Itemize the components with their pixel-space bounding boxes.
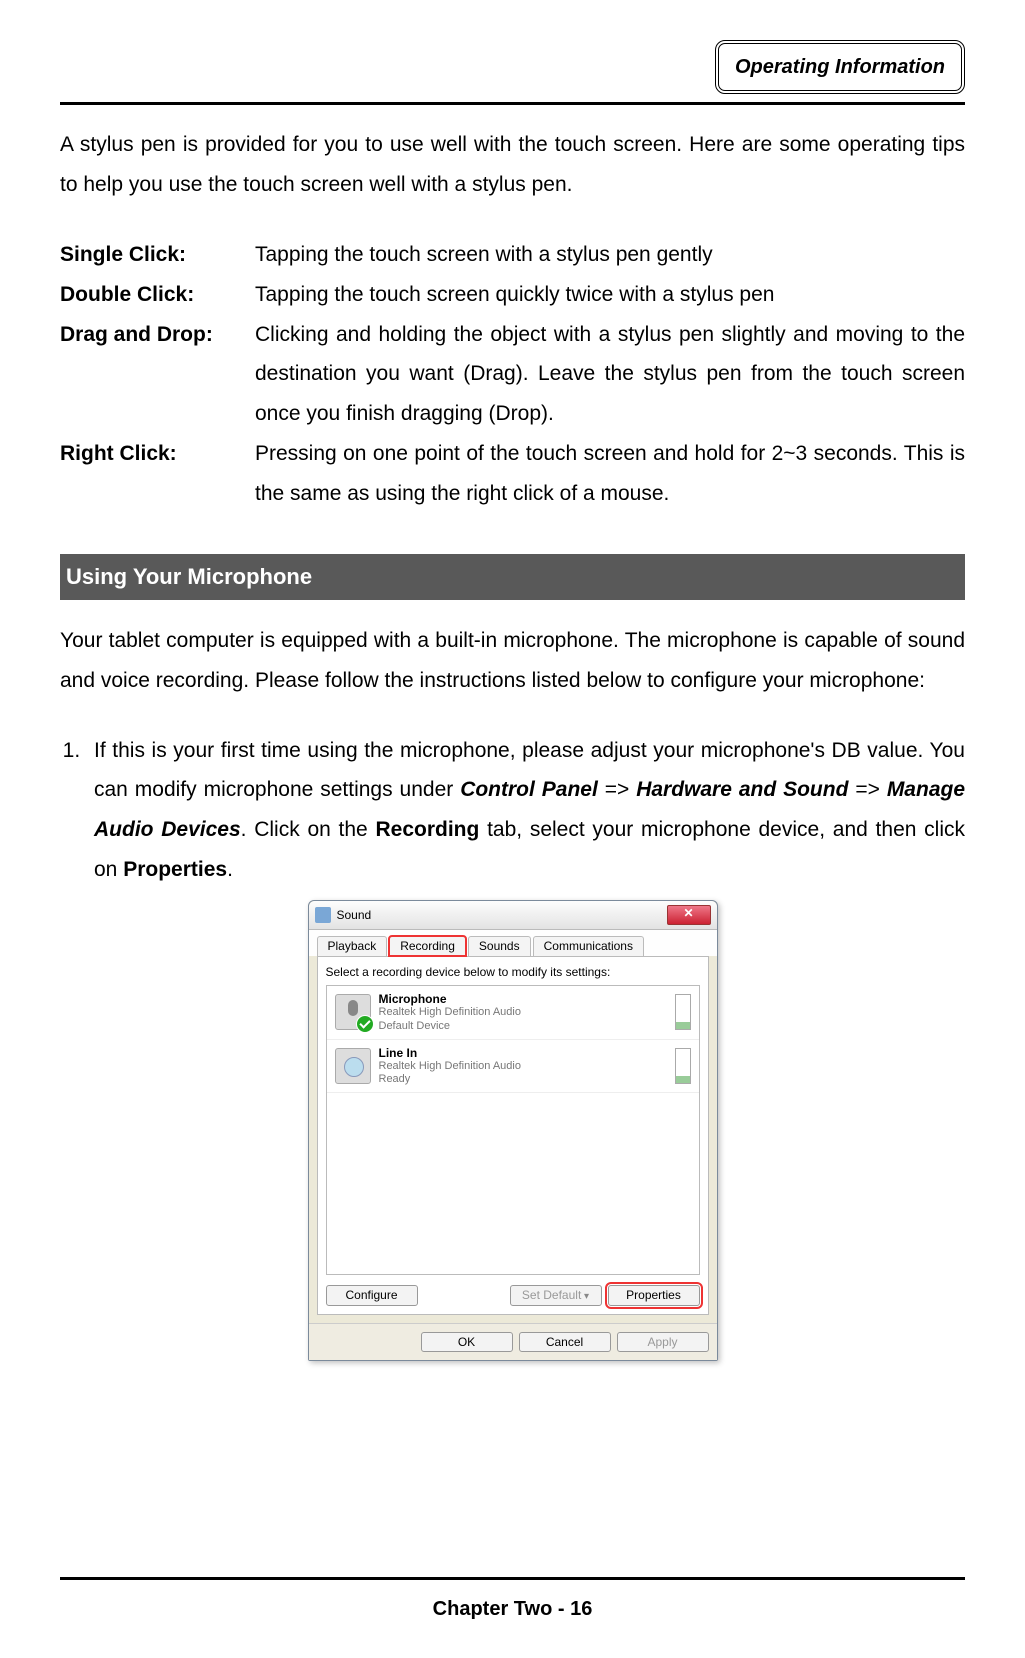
- footer-rule: [60, 1577, 965, 1580]
- section-heading-microphone: Using Your Microphone: [60, 554, 965, 600]
- step1-arrow-2: =>: [848, 778, 886, 801]
- device-linein-status: Ready: [379, 1073, 667, 1086]
- dialog-footer: OK Cancel Apply: [309, 1323, 717, 1360]
- microphone-step-1: If this is your first time using the mic…: [86, 731, 965, 891]
- dialog-titlebar: Sound ✕: [309, 901, 717, 930]
- step1-properties: Properties: [123, 858, 227, 881]
- desc-right-click: Pressing on one point of the touch scree…: [255, 434, 965, 514]
- stylus-tips-table: Single Click: Tapping the touch screen w…: [60, 235, 965, 514]
- tab-recording[interactable]: Recording: [389, 936, 466, 955]
- device-mic-driver: Realtek High Definition Audio: [379, 1006, 667, 1019]
- step1-recording: Recording: [375, 818, 479, 841]
- desc-double-click: Tapping the touch screen quickly twice w…: [255, 275, 965, 315]
- device-mic-name: Microphone: [379, 992, 667, 1006]
- step1-arrow-1: =>: [598, 778, 636, 801]
- tab-sounds[interactable]: Sounds: [468, 936, 531, 955]
- close-button[interactable]: ✕: [667, 905, 711, 925]
- step1-text-d: .: [227, 858, 233, 881]
- dialog-title: Sound: [337, 908, 372, 922]
- device-mic-status: Default Device: [379, 1020, 667, 1033]
- dialog-tabs: Playback Recording Sounds Communications: [309, 930, 717, 955]
- properties-button[interactable]: Properties: [608, 1285, 700, 1306]
- configure-button[interactable]: Configure: [326, 1285, 418, 1305]
- page-header-badge: Operating Information: [715, 40, 965, 94]
- dialog-instruction: Select a recording device below to modif…: [326, 965, 700, 979]
- set-default-button[interactable]: Set Default: [510, 1285, 602, 1306]
- step1-text-b: . Click on the: [241, 818, 376, 841]
- term-right-click: Right Click:: [60, 434, 255, 514]
- device-list: Microphone Realtek High Definition Audio…: [326, 985, 700, 1275]
- step1-control-panel: Control Panel: [460, 778, 598, 801]
- desc-drag-drop: Clicking and holding the object with a s…: [255, 315, 965, 435]
- header-rule: [60, 102, 965, 105]
- speaker-icon: [315, 907, 331, 923]
- microphone-icon: [335, 994, 371, 1030]
- microphone-intro: Your tablet computer is equipped with a …: [60, 621, 965, 701]
- term-double-click: Double Click:: [60, 275, 255, 315]
- device-microphone[interactable]: Microphone Realtek High Definition Audio…: [327, 986, 699, 1040]
- device-linein-driver: Realtek High Definition Audio: [379, 1060, 667, 1073]
- device-linein-name: Line In: [379, 1046, 667, 1060]
- checkmark-icon: [356, 1015, 374, 1033]
- line-in-icon: [335, 1048, 371, 1084]
- page-footer: Chapter Two - 16: [60, 1590, 965, 1628]
- step1-hardware-sound: Hardware and Sound: [636, 778, 848, 801]
- sound-dialog: Sound ✕ Playback Recording Sounds Commun…: [308, 900, 718, 1361]
- dialog-body: Select a recording device below to modif…: [317, 956, 709, 1315]
- ok-button[interactable]: OK: [421, 1332, 513, 1352]
- term-single-click: Single Click:: [60, 235, 255, 275]
- level-meter-icon: [675, 1048, 691, 1084]
- intro-paragraph: A stylus pen is provided for you to use …: [60, 125, 965, 205]
- apply-button[interactable]: Apply: [617, 1332, 709, 1352]
- tab-communications[interactable]: Communications: [533, 936, 644, 955]
- device-line-in[interactable]: Line In Realtek High Definition Audio Re…: [327, 1040, 699, 1094]
- microphone-steps: If this is your first time using the mic…: [60, 731, 965, 891]
- cancel-button[interactable]: Cancel: [519, 1332, 611, 1352]
- term-drag-drop: Drag and Drop:: [60, 315, 255, 435]
- level-meter-icon: [675, 994, 691, 1030]
- tab-playback[interactable]: Playback: [317, 936, 388, 955]
- desc-single-click: Tapping the touch screen with a stylus p…: [255, 235, 965, 275]
